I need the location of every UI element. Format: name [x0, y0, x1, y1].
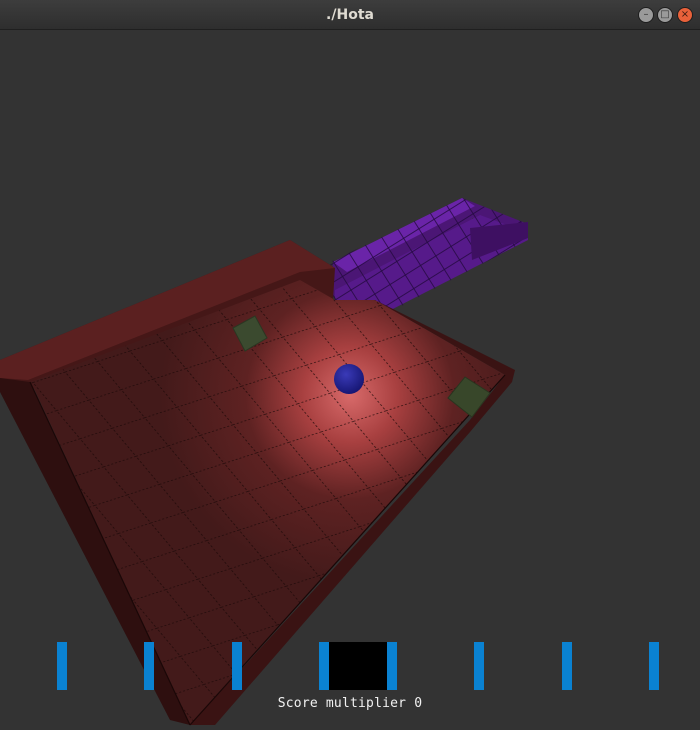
close-icon: × — [680, 9, 690, 20]
score-meter — [57, 642, 659, 690]
red-floor — [0, 240, 515, 726]
game-viewport[interactable]: Score multiplier 0 — [0, 30, 700, 730]
score-multiplier-label: Score multiplier 0 — [277, 696, 423, 711]
meter-marker — [232, 642, 242, 690]
game-scene — [0, 198, 659, 726]
window-title: ./Hota — [326, 7, 374, 23]
close-button[interactable]: × — [677, 7, 693, 23]
meter-marker — [387, 642, 397, 690]
meter-indicator — [329, 642, 387, 690]
titlebar[interactable]: ./Hota – □ × — [0, 0, 700, 30]
maximize-button[interactable]: □ — [657, 7, 673, 23]
player-ball — [334, 364, 364, 394]
minimize-button[interactable]: – — [638, 7, 654, 23]
meter-marker — [144, 642, 154, 690]
minimize-icon: – — [643, 9, 649, 20]
meter-marker — [562, 642, 572, 690]
meter-marker — [474, 642, 484, 690]
maximize-icon: □ — [660, 9, 670, 20]
meter-marker — [57, 642, 67, 690]
meter-marker — [649, 642, 659, 690]
game-window: ./Hota – □ × Score multiplier 0 — [0, 0, 700, 730]
meter-marker — [319, 642, 329, 690]
